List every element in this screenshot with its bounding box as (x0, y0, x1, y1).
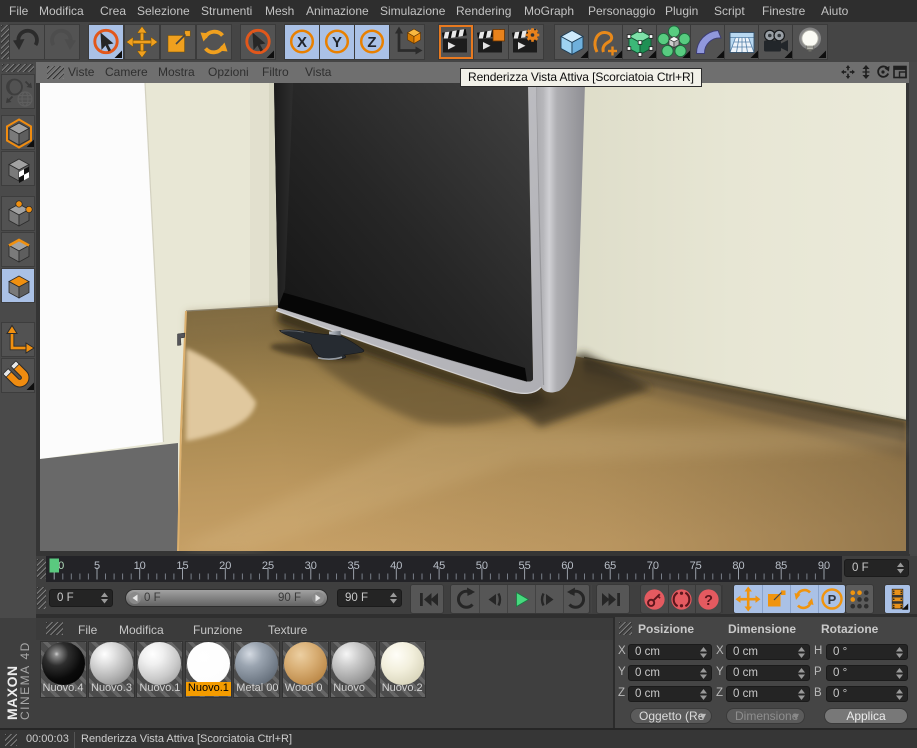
svg-text:?: ? (704, 593, 713, 609)
svg-text:X: X (297, 34, 307, 51)
svg-text:0: 0 (58, 560, 64, 572)
svg-text:35: 35 (347, 560, 359, 572)
svg-text:55: 55 (518, 560, 530, 572)
svg-text:70: 70 (647, 560, 659, 572)
svg-text:65: 65 (604, 560, 616, 572)
svg-text:90: 90 (818, 560, 830, 572)
svg-text:15: 15 (176, 560, 188, 572)
svg-text:60: 60 (561, 560, 573, 572)
svg-text:25: 25 (262, 560, 274, 572)
svg-text:30: 30 (305, 560, 317, 572)
svg-text:80: 80 (732, 560, 744, 572)
svg-text:75: 75 (690, 560, 702, 572)
svg-text:40: 40 (390, 560, 402, 572)
svg-text:20: 20 (219, 560, 231, 572)
svg-text:45: 45 (433, 560, 445, 572)
svg-text:10: 10 (134, 560, 146, 572)
svg-text:85: 85 (775, 560, 787, 572)
svg-text:P: P (828, 592, 837, 607)
svg-text:Z: Z (367, 34, 376, 51)
svg-text:Y: Y (332, 34, 342, 51)
svg-text:50: 50 (476, 560, 488, 572)
svg-text:5: 5 (94, 560, 100, 572)
